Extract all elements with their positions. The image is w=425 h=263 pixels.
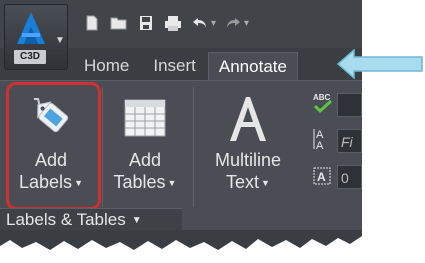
svg-text:A: A (317, 170, 326, 184)
civil3d-logo-icon (13, 11, 49, 52)
print-icon[interactable] (163, 13, 183, 33)
text-a-icon (198, 87, 298, 149)
spell-check-icon[interactable]: ABC (312, 91, 334, 120)
undo-icon[interactable] (190, 13, 210, 33)
ribbon-tabs: Home Insert Annotate (72, 50, 298, 80)
table-grid-icon (104, 87, 186, 149)
multiline-text-line2: Text (226, 172, 260, 192)
torn-paper-edge (0, 230, 362, 250)
svg-text:ABC: ABC (313, 93, 331, 102)
multiline-text-line1: Multiline (214, 150, 282, 170)
multiline-text-button[interactable]: Multiline Text ▼ (198, 87, 298, 207)
tab-annotate[interactable]: Annotate (207, 52, 298, 80)
panel-title-label: Labels & Tables (6, 210, 126, 229)
arrow-left-icon (336, 48, 423, 80)
chevron-down-icon: ▼ (167, 178, 177, 189)
tab-home[interactable]: Home (72, 52, 141, 80)
labels-tables-panel-title[interactable]: Labels & Tables ▼ (0, 208, 182, 230)
redo-icon[interactable] (223, 13, 243, 33)
undo-dropdown-icon[interactable]: ▾ (211, 18, 216, 29)
layer-field[interactable]: 0 (337, 165, 362, 189)
text-tools-column: ABC A A Fi A 0 (312, 87, 362, 195)
quick-access-toolbar: ▼ C3D ▾ ▾ (0, 0, 362, 70)
text-height-field[interactable]: Fi (337, 129, 362, 153)
autocad-civil3d-window: ▼ C3D ▾ ▾ Home Insert Annotate Add Label… (0, 0, 362, 263)
divider (193, 87, 194, 207)
chevron-down-icon: ▼ (131, 214, 142, 226)
add-labels-highlight (6, 82, 101, 210)
text-style-icon[interactable]: A (312, 163, 334, 192)
new-icon[interactable] (82, 13, 102, 33)
text-style-field[interactable] (337, 93, 362, 117)
app-caption: C3D (14, 50, 46, 64)
add-tables-line1: Add (128, 150, 162, 170)
divider (102, 87, 103, 207)
open-icon[interactable] (109, 13, 129, 33)
chevron-down-icon: ▼ (261, 178, 270, 189)
application-menu-button[interactable]: ▼ C3D (4, 4, 68, 70)
add-tables-button[interactable]: Add Tables ▼ (104, 87, 186, 207)
redo-dropdown-icon[interactable]: ▾ (244, 18, 249, 29)
tab-insert[interactable]: Insert (141, 52, 208, 80)
svg-text:A: A (316, 140, 324, 151)
add-tables-line2: Tables (113, 172, 166, 192)
save-icon[interactable] (136, 13, 156, 33)
text-height-icon[interactable]: A A (312, 127, 334, 156)
chevron-down-icon: ▼ (55, 35, 65, 46)
